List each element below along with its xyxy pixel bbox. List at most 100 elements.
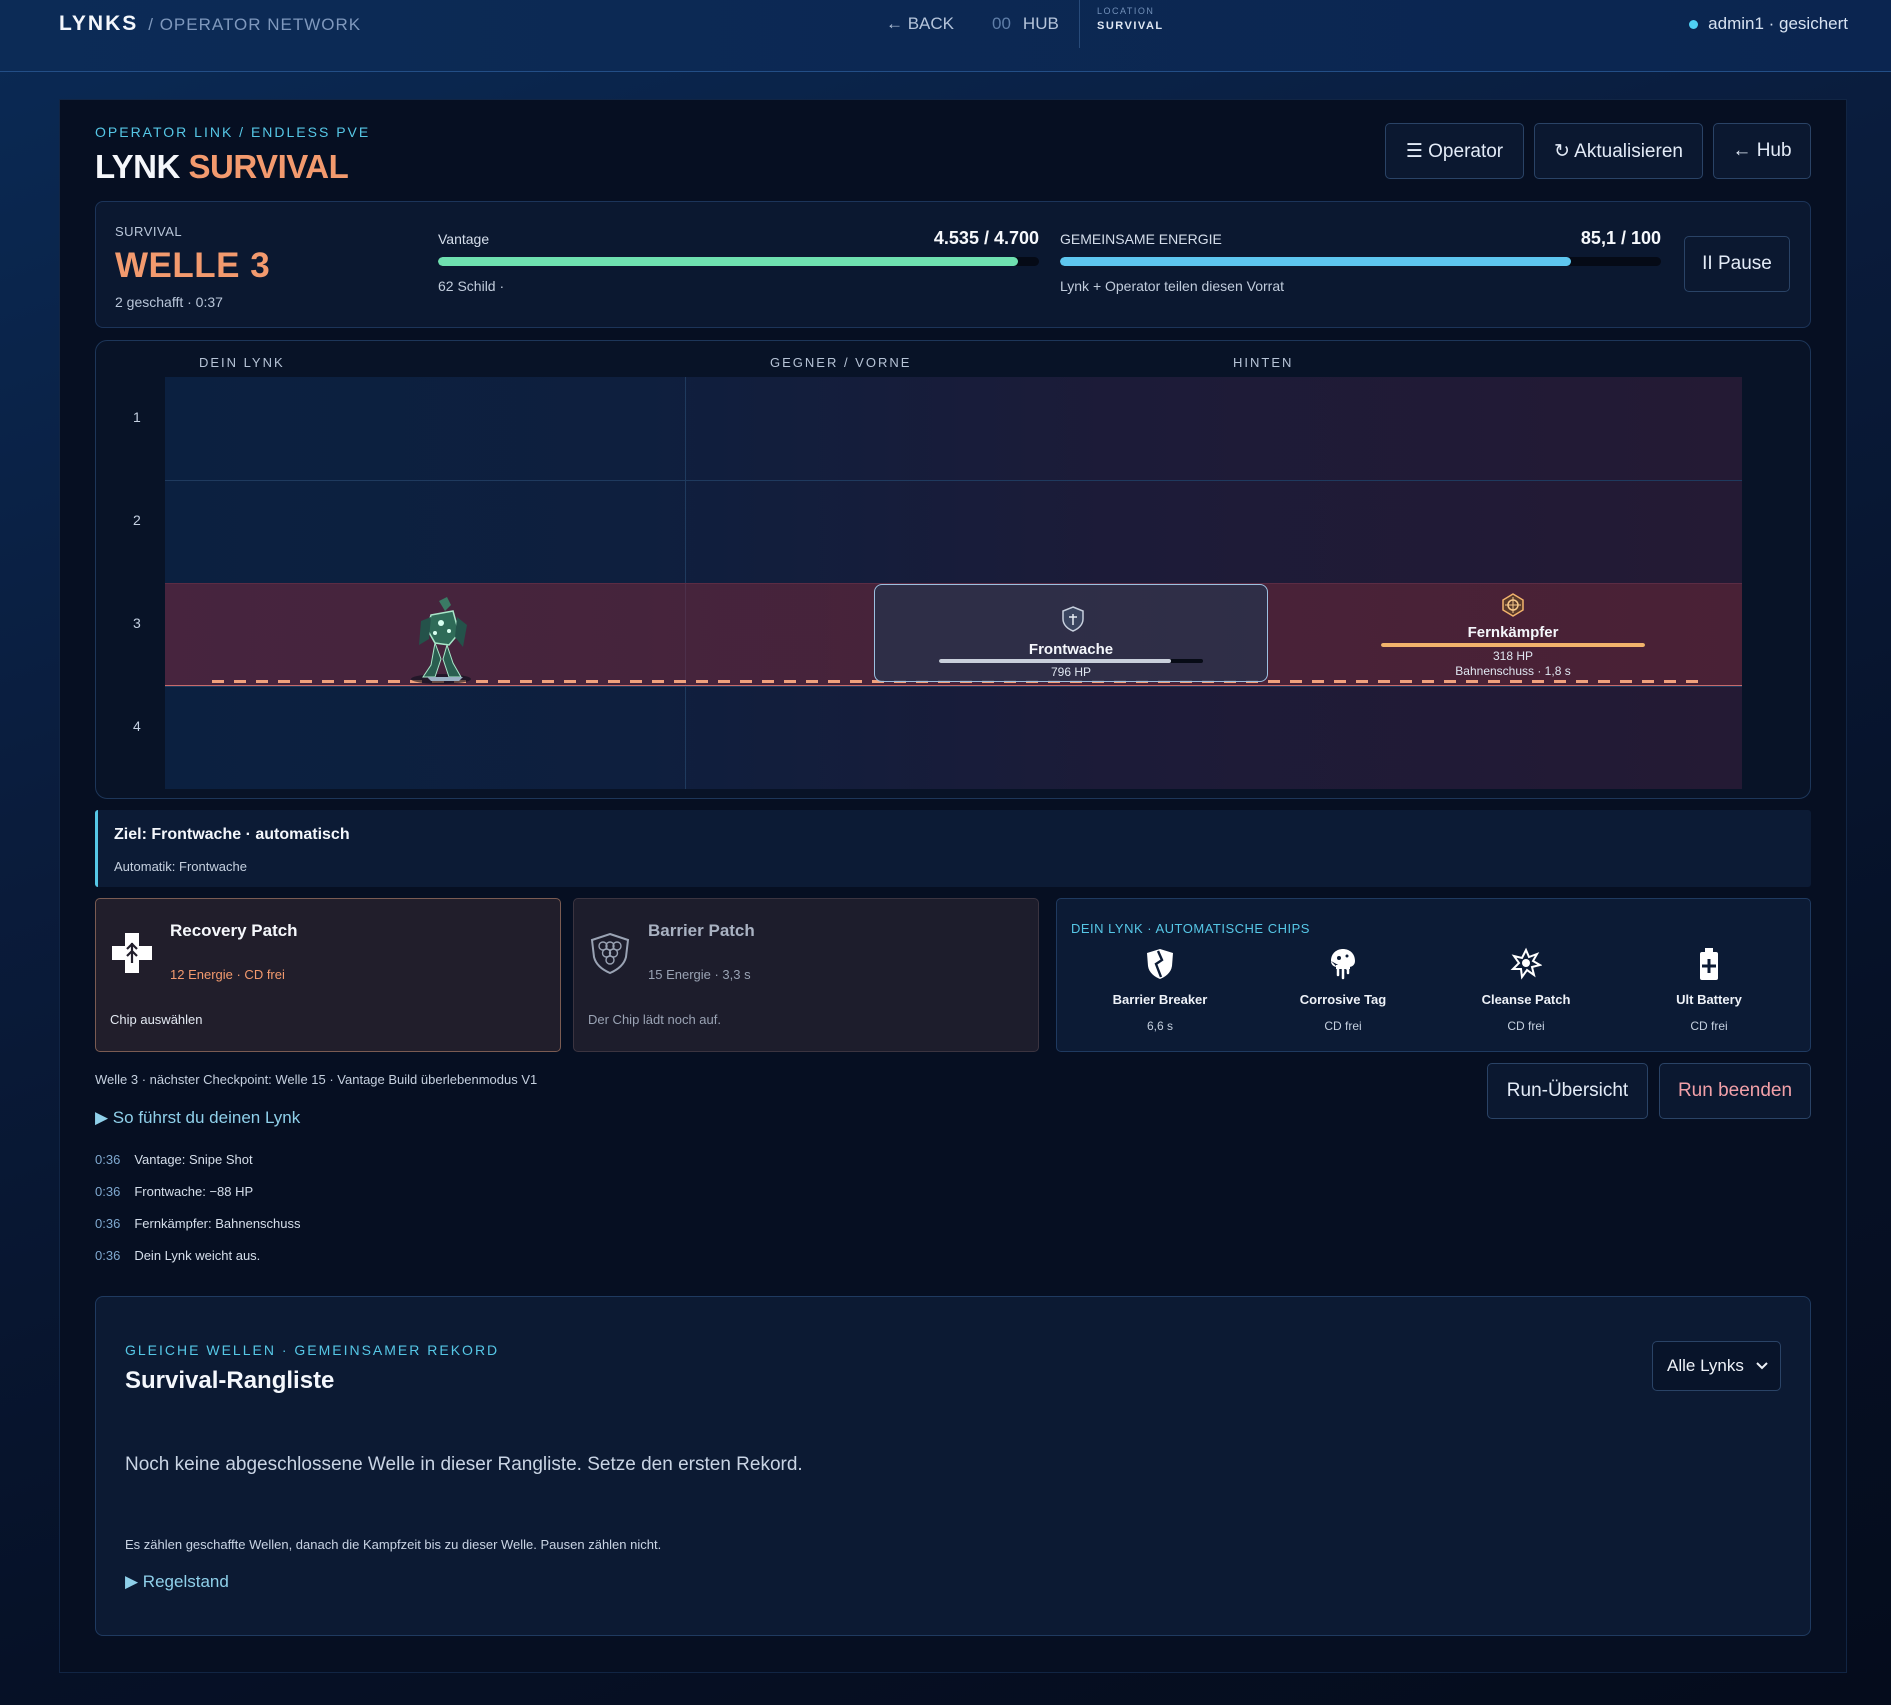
checkpoint-info: Welle 3 · nächster Checkpoint: Welle 15 …: [95, 1072, 538, 1087]
page-eyebrow: OPERATOR LINK / ENDLESS PVE: [95, 124, 371, 140]
run-overview-button[interactable]: Run-Übersicht: [1487, 1063, 1648, 1119]
chip-recovery-hint: Chip auswählen: [110, 1012, 203, 1027]
chip-barrier-name: Barrier Patch: [648, 921, 755, 940]
lane-grid: [165, 377, 1742, 789]
location-value: SURVIVAL: [1097, 20, 1164, 32]
log-time: 0:36: [95, 1248, 121, 1263]
lane-divider: [165, 686, 1742, 687]
cleanse-burst-icon: [1510, 947, 1543, 980]
brand-subtitle: / OPERATOR NETWORK: [148, 15, 362, 34]
chip-recovery-name: Recovery Patch: [170, 921, 298, 940]
log-message: Vantage: Snipe Shot: [134, 1152, 253, 1167]
log-message: Dein Lynk weicht aus.: [134, 1248, 261, 1263]
log-time: 0:36: [95, 1184, 121, 1199]
hub-link[interactable]: 00 HUB: [992, 14, 1059, 34]
column-label-rear: HINTEN: [1233, 355, 1294, 370]
back-link[interactable]: ← BACK: [886, 14, 954, 34]
chevron-down-icon: [1756, 1362, 1768, 1370]
lynk-filter-value: Alle Lynks: [1667, 1356, 1744, 1375]
auto-chip-ult-battery[interactable]: Ult Battery CD frei: [1624, 947, 1794, 1033]
auto-chip-cooldown: 6,6 s: [1146, 1019, 1173, 1033]
enemy-rear-skill: Bahnenschuss · 1,8 s: [1455, 664, 1571, 678]
wave-number: WELLE 3: [115, 246, 271, 285]
enemy-front-name: Frontwache: [1028, 641, 1114, 658]
target-title: Ziel: Frontwache · automatisch: [114, 826, 350, 843]
online-dot-icon: [1689, 19, 1699, 29]
lynk-robot-icon[interactable]: [401, 593, 481, 685]
battery-icon: [1700, 948, 1718, 980]
auto-chip-name: Cleanse Patch: [1481, 992, 1571, 1007]
chip-barrier-hint: Der Chip lädt noch auf.: [588, 1012, 721, 1027]
enemy-frontwache[interactable]: Frontwache 796 HP: [874, 584, 1268, 682]
chip-barrier-cost: 15 Energie · 3,3 s: [648, 967, 751, 982]
auto-chip-cooldown: CD frei: [1324, 1019, 1362, 1033]
battle-arena: DEIN LYNK GEGNER / VORNE HINTEN 1 2 3 4: [95, 340, 1811, 799]
nav-divider: [1079, 0, 1080, 48]
vantage-bar: Vantage 4.535 / 4.700 62 Schild ·: [438, 228, 1039, 294]
hub-button[interactable]: ← Hub: [1713, 123, 1811, 179]
brand-name: LYNKS: [59, 12, 139, 35]
auto-chip-name: Barrier Breaker: [1112, 992, 1208, 1007]
hub-number: 00: [992, 14, 1011, 33]
auto-chip-name: Corrosive Tag: [1299, 992, 1387, 1007]
log-time: 0:36: [95, 1152, 121, 1167]
end-run-button[interactable]: Run beenden: [1659, 1063, 1811, 1119]
vantage-value: 4.535 / 4.700: [933, 228, 1039, 248]
auto-chips-panel: DEIN LYNK · AUTOMATISCHE CHIPS Barrier B…: [1056, 898, 1811, 1052]
operator-button[interactable]: ☰ Operator: [1385, 123, 1524, 179]
auto-chip-barrier-breaker[interactable]: Barrier Breaker 6,6 s: [1075, 947, 1245, 1033]
chip-recovery-patch[interactable]: Recovery Patch 12 Energie · CD frei Chip…: [95, 898, 561, 1052]
howto-toggle[interactable]: ▶ So führst du deinen Lynk: [95, 1108, 300, 1128]
energy-track: [1060, 257, 1661, 266]
refresh-button[interactable]: ↻ Aktualisieren: [1534, 123, 1703, 179]
location-indicator: LOCATION SURVIVAL: [1097, 6, 1164, 32]
wave-progress: 2 geschafft · 0:37: [115, 294, 223, 310]
rules-toggle[interactable]: ▶ Regelstand: [125, 1572, 229, 1592]
enemy-rear-name: Fernkämpfer: [1467, 624, 1559, 641]
acid-drip-icon: [1331, 949, 1355, 980]
enemy-front-hp-track: [939, 659, 1203, 663]
vantage-shield: 62 Schild ·: [438, 278, 505, 294]
chip-recovery-cost: 12 Energie · CD frei: [170, 967, 285, 982]
log-entry: 0:36 Vantage: Snipe Shot: [95, 1152, 253, 1167]
lane-divider: [165, 480, 1742, 481]
target-banner: Ziel: Frontwache · automatisch Automatik…: [95, 810, 1811, 887]
log-time: 0:36: [95, 1216, 121, 1231]
auto-chip-cleanse-patch[interactable]: Cleanse Patch CD frei: [1441, 947, 1611, 1033]
auto-chip-corrosive-tag[interactable]: Corrosive Tag CD frei: [1258, 947, 1428, 1033]
lane-number-1: 1: [133, 409, 141, 425]
leaderboard-card: GLEICHE WELLEN · GEMEINSAMER REKORD Surv…: [95, 1296, 1811, 1636]
energy-note: Lynk + Operator teilen diesen Vorrat: [1060, 278, 1284, 294]
auto-chip-name: Ult Battery: [1676, 992, 1742, 1007]
log-entry: 0:36 Frontwache: −88 HP: [95, 1184, 253, 1199]
auto-chip-cooldown: CD frei: [1690, 1019, 1728, 1033]
leaderboard-empty-message: Noch keine abgeschlossene Welle in diese…: [125, 1454, 803, 1475]
location-label: LOCATION: [1097, 6, 1155, 16]
user-name: admin1 · gesichert: [1708, 14, 1848, 33]
page-title-survival: SURVIVAL: [188, 148, 349, 185]
barrier-hex-icon: [590, 932, 630, 975]
vantage-label: Vantage: [438, 231, 490, 247]
enemy-front-hp-fill: [939, 659, 1172, 663]
auto-chips-title: DEIN LYNK · AUTOMATISCHE CHIPS: [1071, 921, 1310, 936]
auto-chip-cooldown: CD frei: [1507, 1019, 1545, 1033]
energy-fill: [1060, 257, 1572, 266]
brand[interactable]: LYNKS / OPERATOR NETWORK: [59, 12, 361, 36]
enemy-fernkaempfer[interactable]: Fernkämpfer 318 HP Bahnenschuss · 1,8 s: [1381, 590, 1645, 680]
lane-number-2: 2: [133, 512, 141, 528]
lane-number-3: 3: [133, 615, 141, 631]
column-label-lynk: DEIN LYNK: [199, 355, 285, 370]
lynk-filter-select[interactable]: Alle Lynks: [1652, 1341, 1781, 1391]
top-navigation: LYNKS / OPERATOR NETWORK ← BACK 00 HUB LO…: [0, 0, 1891, 72]
pause-button[interactable]: II Pause: [1684, 236, 1790, 292]
leaderboard-title: Survival-Rangliste: [125, 1367, 335, 1394]
chip-barrier-patch[interactable]: Barrier Patch 15 Energie · 3,3 s Der Chi…: [573, 898, 1039, 1052]
lane-number-4: 4: [133, 718, 141, 734]
log-entry: 0:36 Fernkämpfer: Bahnenschuss: [95, 1216, 301, 1231]
mode-label: SURVIVAL: [115, 224, 183, 239]
energy-bar: GEMEINSAME ENERGIE 85,1 / 100 Lynk + Ope…: [1060, 228, 1661, 294]
log-message: Fernkämpfer: Bahnenschuss: [134, 1216, 301, 1231]
page-title: LYNK SURVIVAL: [95, 148, 349, 186]
user-status[interactable]: admin1 · gesichert: [1689, 14, 1848, 34]
enemy-rear-hp: 318 HP: [1492, 649, 1534, 663]
